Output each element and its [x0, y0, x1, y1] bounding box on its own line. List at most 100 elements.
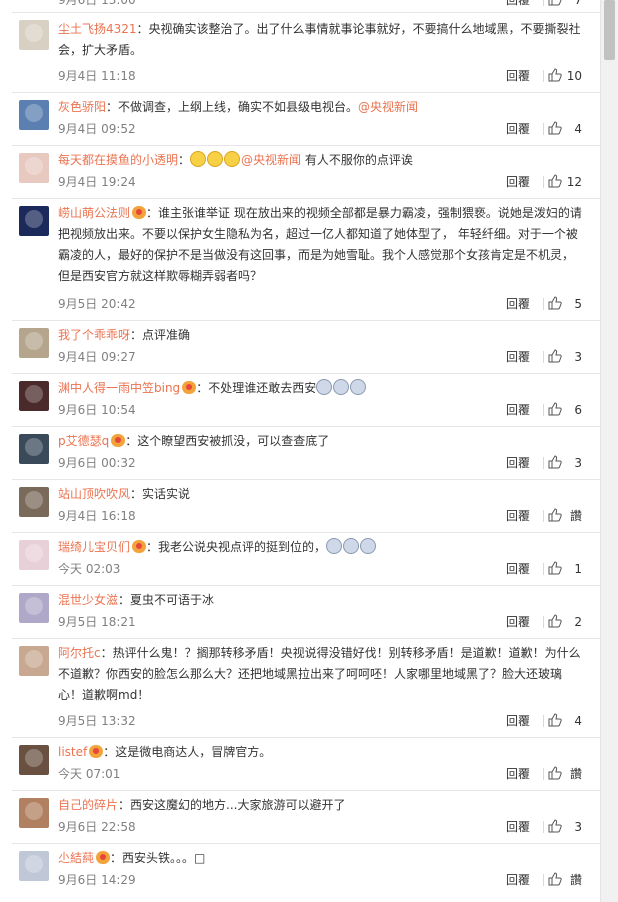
like-button[interactable]: 7 [548, 0, 582, 9]
like-button[interactable]: 讚 [548, 765, 582, 783]
like-count: 7 [574, 0, 582, 7]
like-button[interactable]: 10 [548, 67, 582, 85]
partial-comment-top: 9月6日 13:00 回覆 7 [0, 0, 600, 12]
comment-meta: 9月6日 10:54 回覆 6 [58, 401, 582, 419]
reply-button[interactable]: 回覆 [506, 871, 530, 889]
username-link[interactable]: listef [58, 745, 87, 759]
comment-body: 崂山萌公法则 ：谁主张谁举证 现在放出来的视频全部都是暴力霸凌，强制猥亵。说她是泼… [58, 203, 582, 287]
like-button[interactable]: 12 [548, 173, 582, 191]
comment-meta: 9月5日 20:42 回覆 5 [58, 295, 582, 313]
like-button[interactable]: 5 [548, 295, 582, 313]
avatar[interactable] [19, 206, 49, 236]
username-link[interactable]: 每天都在摸鱼的小透明 [58, 153, 178, 167]
reply-button[interactable]: 回覆 [506, 348, 530, 366]
like-count: 2 [574, 615, 582, 629]
like-count: 12 [566, 175, 582, 189]
comment-body: 我了个乖乖呀：点评准确 [58, 325, 582, 346]
comment-time: 9月4日 09:52 [58, 122, 136, 136]
username-link[interactable]: 站山顶吹吹风 [58, 487, 130, 501]
like-button[interactable]: 3 [548, 818, 582, 836]
reply-button[interactable]: 回覆 [506, 712, 530, 730]
divider [543, 176, 544, 188]
avatar[interactable] [19, 798, 49, 828]
comment-time: 9月6日 13:00 [58, 0, 136, 7]
avatar[interactable] [19, 328, 49, 358]
like-count: 3 [574, 820, 582, 834]
comment-body: 瑞绮儿宝贝们 ：我老公说央视点评的挺到位的， [58, 537, 582, 558]
username-link[interactable]: 尘土飞扬4321 [58, 22, 137, 36]
comment-time: 今天 07:01 [58, 767, 121, 781]
comment-text: ：点评准确 [130, 328, 191, 342]
mention-link[interactable]: @央视新闻 [241, 153, 301, 167]
comment-text: ：不做调查，上纲上线，确实不如县级电视台。 [106, 100, 359, 114]
avatar[interactable] [19, 540, 49, 570]
avatar[interactable] [19, 851, 49, 881]
comment-text: ：这个瞭望西安被抓没，可以查查底了 [125, 434, 330, 448]
username-link[interactable]: 瑞绮儿宝贝们 [58, 540, 130, 554]
like-count: 3 [574, 456, 582, 470]
like-button[interactable]: 讚 [548, 871, 582, 889]
thumbs-up-icon [548, 121, 562, 135]
reply-button[interactable]: 回覆 [506, 67, 530, 85]
reply-button[interactable]: 回覆 [506, 295, 530, 313]
comment-time: 9月4日 09:27 [58, 350, 136, 364]
reply-button[interactable]: 回覆 [506, 173, 530, 191]
like-button[interactable]: 3 [548, 454, 582, 472]
username-link[interactable]: 自己的碎片 [58, 798, 118, 812]
avatar[interactable] [19, 381, 49, 411]
avatar[interactable] [19, 593, 49, 623]
like-button[interactable]: 讚 [548, 507, 582, 525]
comment-text: ：央视确实该整治了。出了什么事情就事论事就好，不要搞什么地域黑，不要撕裂社会，扩… [58, 22, 581, 57]
like-count: 4 [574, 122, 582, 136]
reply-button[interactable]: 回覆 [506, 120, 530, 138]
like-button[interactable]: 1 [548, 560, 582, 578]
avatar[interactable] [19, 487, 49, 517]
reply-button[interactable]: 回覆 [506, 507, 530, 525]
username-link[interactable]: 崂山萌公法则 [58, 206, 130, 220]
comment-body: 自己的碎片：西安这魔幻的地方...大家旅游可以避开了 [58, 795, 582, 816]
avatar[interactable] [19, 745, 49, 775]
divider [543, 457, 544, 469]
reply-button[interactable]: 回覆 [506, 0, 530, 9]
comment-meta: 今天 02:03 回覆 1 [58, 560, 582, 578]
username-link[interactable]: 阿尔托c [58, 646, 101, 660]
comment-meta: 9月6日 22:58 回覆 3 [58, 818, 582, 836]
member-badge-icon [89, 745, 104, 758]
comment-time: 9月6日 10:54 [58, 403, 136, 417]
avatar[interactable] [19, 20, 49, 50]
username-link[interactable]: 我了个乖乖呀 [58, 328, 130, 342]
comment-body: 混世少女滋：夏虫不可语于冰 [58, 590, 582, 611]
reply-button[interactable]: 回覆 [506, 818, 530, 836]
emoji-icon [316, 379, 333, 395]
avatar[interactable] [19, 434, 49, 464]
like-button[interactable]: 3 [548, 348, 582, 366]
scrollbar-thumb[interactable] [604, 0, 615, 60]
like-button[interactable]: 2 [548, 613, 582, 631]
divider [543, 874, 544, 886]
username-link[interactable]: 混世少女滋 [58, 593, 118, 607]
comment-time: 9月6日 22:58 [58, 820, 136, 834]
username-link[interactable]: 渊中人得一雨中笠bing [58, 381, 180, 395]
thumbs-up-icon [548, 68, 562, 82]
username-link[interactable]: 灰色骄阳 [58, 100, 106, 114]
username-link[interactable]: p艾德瑟q [58, 434, 109, 448]
reply-button[interactable]: 回覆 [506, 401, 530, 419]
like-button[interactable]: 6 [548, 401, 582, 419]
avatar[interactable] [19, 100, 49, 130]
avatar[interactable] [19, 153, 49, 183]
reply-button[interactable]: 回覆 [506, 613, 530, 631]
scrollbar[interactable] [600, 0, 618, 902]
comment-body: 灰色骄阳：不做调查，上纲上线，确实不如县级电视台。@央视新闻 [58, 97, 582, 118]
avatar[interactable] [19, 646, 49, 676]
reply-button[interactable]: 回覆 [506, 454, 530, 472]
mention-link[interactable]: @央视新闻 [358, 100, 418, 114]
like-button[interactable]: 4 [548, 712, 582, 730]
comment-time: 9月5日 18:21 [58, 615, 136, 629]
comment-text: ：不处理谁还敢去西安 [196, 381, 317, 395]
reply-button[interactable]: 回覆 [506, 765, 530, 783]
username-link[interactable]: 尐結蒓 [58, 851, 94, 865]
like-count: 讚 [569, 873, 582, 887]
reply-button[interactable]: 回覆 [506, 560, 530, 578]
comment-meta: 9月6日 14:29 回覆 讚 [58, 871, 582, 889]
like-button[interactable]: 4 [548, 120, 582, 138]
